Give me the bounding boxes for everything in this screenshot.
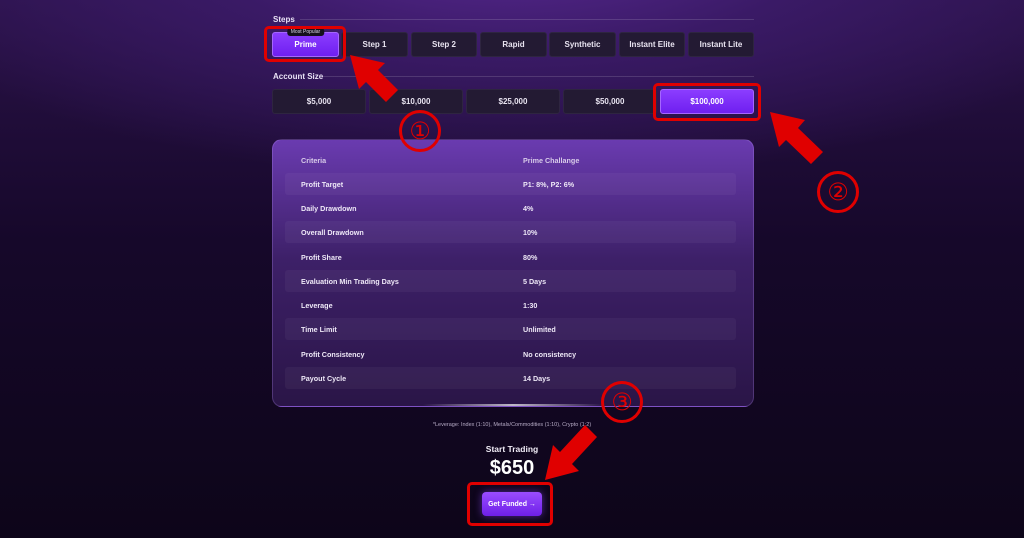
arrow-2-icon (770, 112, 823, 164)
arrow-1-icon (350, 55, 398, 102)
annotation-arrows (350, 55, 823, 480)
arrow-3-icon (545, 425, 597, 480)
